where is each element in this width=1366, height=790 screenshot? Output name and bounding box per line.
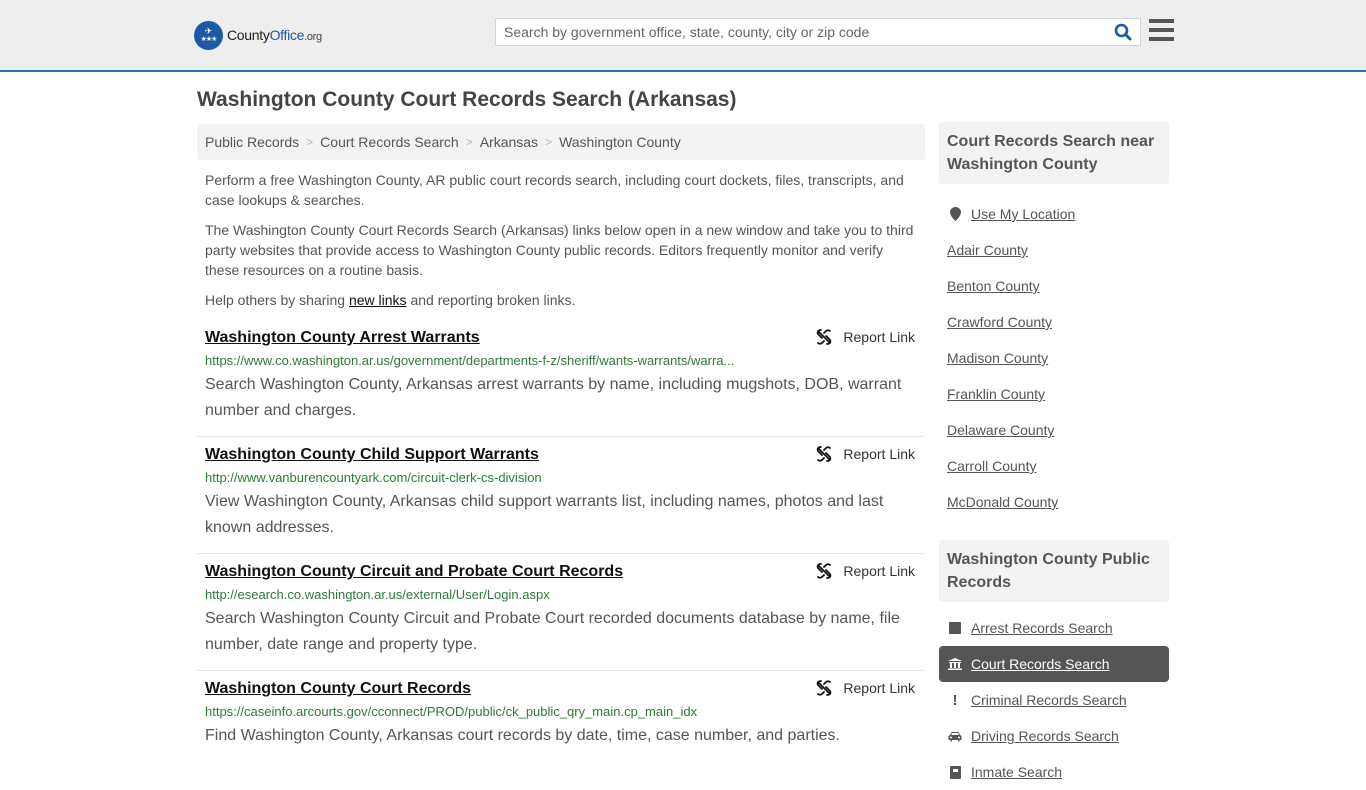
nearby-county-item: McDonald County — [939, 484, 1169, 520]
intro-text: Perform a free Washington County, AR pub… — [197, 160, 925, 310]
breadcrumb-arkansas[interactable]: Arkansas — [480, 134, 538, 150]
site-header: ✈ ★★★ CountyOffice.org — [0, 0, 1366, 72]
broken-link-icon — [817, 446, 832, 462]
nearby-heading: Court Records Search near Washington Cou… — [939, 122, 1169, 184]
sidebar-item-court-records[interactable]: Court Records Search — [939, 646, 1169, 682]
report-link-button[interactable]: Report Link — [816, 446, 915, 462]
nearby-section: Court Records Search near Washington Cou… — [939, 122, 1169, 520]
nearby-county-item: Crawford County — [939, 304, 1169, 340]
courthouse-icon — [947, 658, 963, 670]
nearby-county-link[interactable]: Benton County — [947, 278, 1040, 294]
search-input[interactable] — [496, 19, 1106, 45]
nearby-county-item: Franklin County — [939, 376, 1169, 412]
nearby-county-item: Adair County — [939, 232, 1169, 268]
eagle-logo-icon: ✈ ★★★ — [194, 20, 223, 50]
use-my-location-link[interactable]: Use My Location — [971, 206, 1075, 222]
result-description: View Washington County, Arkansas child s… — [205, 493, 884, 536]
report-link-button[interactable]: Report Link — [816, 563, 915, 579]
nearby-county-item: Carroll County — [939, 448, 1169, 484]
sidebar-link[interactable]: Criminal Records Search — [971, 692, 1127, 708]
result-description: Find Washington County, Arkansas court r… — [205, 727, 840, 744]
result-url-link[interactable]: https://caseinfo.arcourts.gov/cconnect/P… — [205, 704, 917, 720]
result-description: Search Washington County Circuit and Pro… — [205, 610, 900, 653]
nearby-county-item: Madison County — [939, 340, 1169, 376]
result-item: Washington County Arrest Warrants Report… — [197, 320, 925, 437]
sidebar-item-driving-records[interactable]: Driving Records Search — [939, 718, 1169, 754]
logo-text: CountyOffice.org — [227, 27, 322, 43]
new-links-link[interactable]: new links — [349, 292, 407, 308]
exclamation-icon: ! — [952, 691, 958, 709]
breadcrumb-washington-county[interactable]: Washington County — [559, 134, 681, 150]
result-description: Search Washington County, Arkansas arres… — [205, 376, 902, 419]
public-records-list: Arrest Records Search Court Records Sear… — [939, 602, 1169, 790]
car-icon — [947, 731, 963, 742]
public-records-heading: Washington County Public Records — [939, 540, 1169, 602]
nearby-county-link[interactable]: Crawford County — [947, 314, 1052, 330]
map-marker-icon — [947, 207, 963, 221]
sidebar: Court Records Search near Washington Cou… — [939, 122, 1169, 790]
search-button[interactable] — [1106, 19, 1140, 45]
breadcrumb-public-records[interactable]: Public Records — [205, 134, 299, 150]
square-icon — [947, 622, 963, 634]
nearby-county-item: Delaware County — [939, 412, 1169, 448]
breadcrumb-court-records-search[interactable]: Court Records Search — [320, 134, 459, 150]
sidebar-link[interactable]: Arrest Records Search — [971, 620, 1113, 636]
result-title-link[interactable]: Washington County Child Support Warrants — [205, 445, 539, 465]
result-item: Washington County Child Support Warrants… — [197, 437, 925, 554]
breadcrumb-separator: > — [465, 135, 473, 149]
intro-paragraph-3: Help others by sharing new links and rep… — [205, 292, 576, 308]
search-box — [495, 18, 1141, 46]
nearby-county-link[interactable]: McDonald County — [947, 494, 1058, 510]
nearby-county-link[interactable]: Madison County — [947, 350, 1048, 366]
result-url-link[interactable]: http://www.vanburencountyark.com/circuit… — [205, 470, 917, 486]
use-my-location-item: Use My Location — [939, 196, 1169, 232]
id-badge-icon — [947, 765, 963, 779]
nearby-county-link[interactable]: Delaware County — [947, 422, 1054, 438]
site-logo[interactable]: ✈ ★★★ CountyOffice.org — [194, 20, 322, 50]
nearby-county-link[interactable]: Franklin County — [947, 386, 1045, 402]
hamburger-menu-icon[interactable] — [1149, 18, 1175, 42]
sidebar-item-criminal-records[interactable]: ! Criminal Records Search — [939, 682, 1169, 718]
nearby-county-link[interactable]: Adair County — [947, 242, 1028, 258]
sidebar-link[interactable]: Driving Records Search — [971, 728, 1119, 744]
result-item: Washington County Court Records Report L… — [197, 671, 925, 788]
broken-link-icon — [817, 680, 832, 696]
nearby-list: Use My Location Adair County Benton Coun… — [939, 184, 1169, 520]
intro-paragraph-2: The Washington County Court Records Sear… — [205, 222, 914, 278]
result-url-link[interactable]: http://esearch.co.washington.ar.us/exter… — [205, 587, 917, 603]
nearby-county-link[interactable]: Carroll County — [947, 458, 1036, 474]
breadcrumb-separator: > — [306, 135, 314, 149]
sidebar-item-inmate-search[interactable]: Inmate Search — [939, 754, 1169, 790]
report-link-button[interactable]: Report Link — [816, 680, 915, 696]
sidebar-link[interactable]: Court Records Search — [971, 656, 1110, 672]
main-content: Public Records > Court Records Search > … — [197, 124, 925, 788]
sidebar-link[interactable]: Inmate Search — [971, 764, 1062, 780]
search-icon — [1114, 23, 1132, 41]
breadcrumb: Public Records > Court Records Search > … — [197, 124, 925, 160]
broken-link-icon — [817, 329, 832, 345]
sidebar-item-arrest-records[interactable]: Arrest Records Search — [939, 610, 1169, 646]
broken-link-icon — [817, 563, 832, 579]
page-title: Washington County Court Records Search (… — [197, 88, 737, 111]
public-records-section: Washington County Public Records Arrest … — [939, 540, 1169, 790]
breadcrumb-separator: > — [545, 135, 553, 149]
result-item: Washington County Circuit and Probate Co… — [197, 554, 925, 671]
result-title-link[interactable]: Washington County Court Records — [205, 679, 471, 699]
result-title-link[interactable]: Washington County Circuit and Probate Co… — [205, 562, 623, 582]
results-list: Washington County Arrest Warrants Report… — [197, 320, 925, 788]
report-link-button[interactable]: Report Link — [816, 329, 915, 345]
intro-paragraph-1: Perform a free Washington County, AR pub… — [205, 172, 904, 208]
nearby-county-item: Benton County — [939, 268, 1169, 304]
result-title-link[interactable]: Washington County Arrest Warrants — [205, 328, 480, 348]
result-url-link[interactable]: https://www.co.washington.ar.us/governme… — [205, 353, 917, 369]
